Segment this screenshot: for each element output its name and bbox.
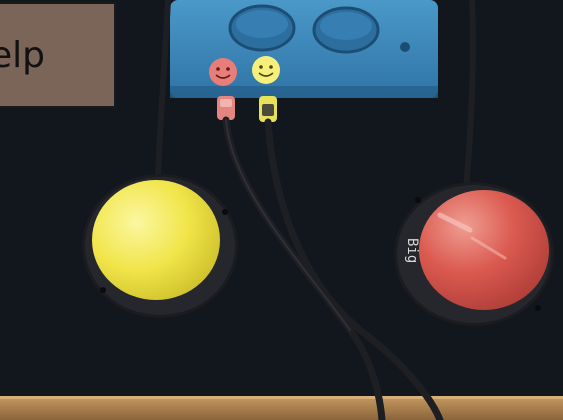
wooden-board-edge — [0, 396, 563, 420]
switch-rim-label: Big — [404, 238, 420, 263]
help-overlay-label[interactable]: elp — [0, 2, 116, 108]
yellow-plug — [259, 96, 277, 122]
yellow-smiley-sticker — [252, 56, 280, 84]
switch-interface-box — [170, 0, 438, 98]
photo-stage: Big elp — [0, 0, 563, 420]
red-plug — [217, 96, 235, 120]
red-smiley-sticker — [209, 58, 237, 86]
red-switch: Big — [394, 182, 554, 326]
yellow-switch — [82, 174, 238, 318]
help-overlay-text: elp — [0, 34, 46, 76]
